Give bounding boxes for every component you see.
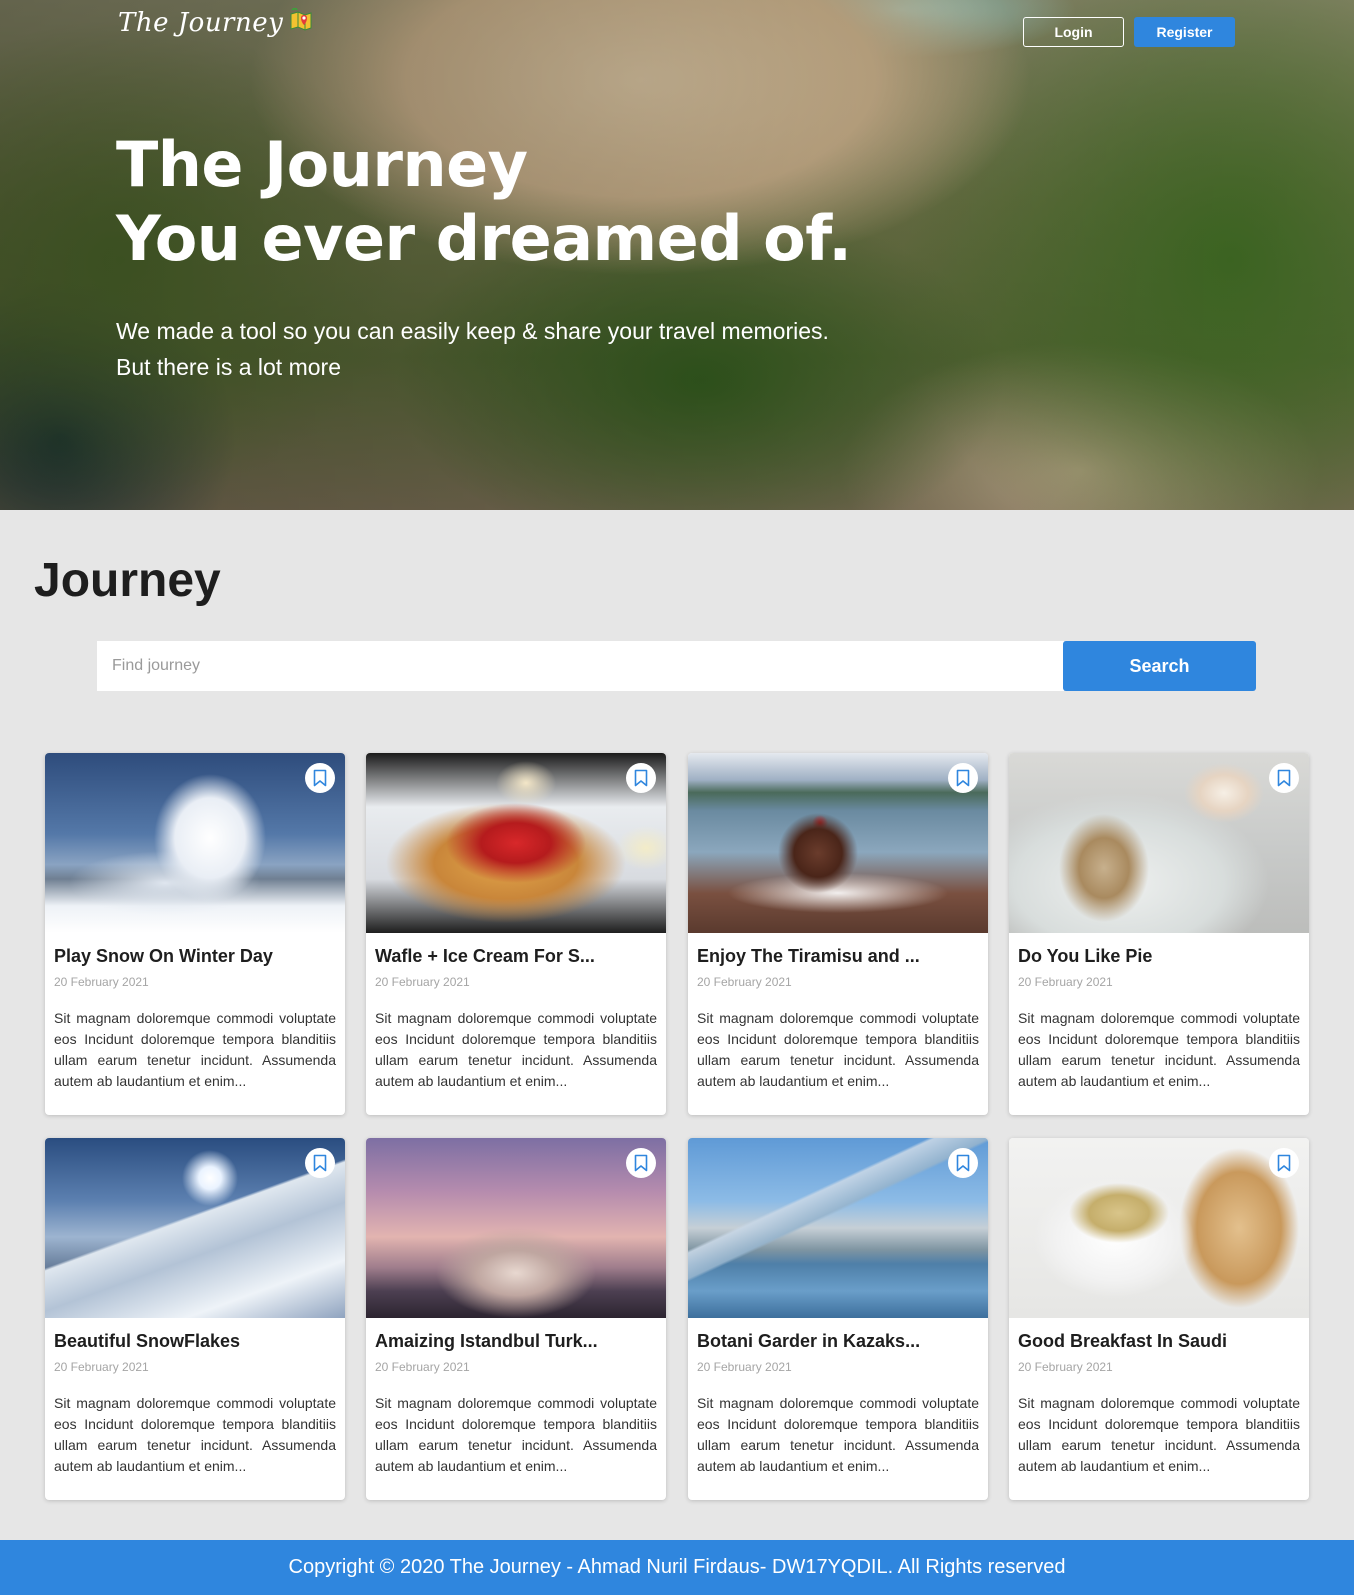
register-button[interactable]: Register <box>1134 17 1235 47</box>
card-description: Sit magnam doloremque commodi voluptate … <box>1018 1395 1300 1474</box>
journey-card[interactable]: Wafle + Ice Cream For S... 20 February 2… <box>366 753 666 1115</box>
card-date: 20 February 2021 <box>697 1360 792 1374</box>
bookmark-icon <box>1277 1154 1291 1172</box>
card-title: Play Snow On Winter Day <box>54 946 273 966</box>
section-title: Journey <box>34 554 221 607</box>
card-date: 20 February 2021 <box>375 975 470 989</box>
bookmark-button[interactable] <box>626 763 656 793</box>
search-input[interactable] <box>97 641 1064 691</box>
search-button[interactable]: Search <box>1063 641 1256 691</box>
card-title: Amaizing Istandbul Turk... <box>375 1331 598 1351</box>
footer-copyright: Copyright © 2020 The Journey - Ahmad Nur… <box>288 1556 1066 1578</box>
bookmark-icon <box>1277 769 1291 787</box>
bookmark-icon <box>313 1154 327 1172</box>
hero-title: The Journey You ever dreamed of. <box>116 128 852 276</box>
bookmark-button[interactable] <box>1269 1148 1299 1178</box>
bookmark-button[interactable] <box>305 1148 335 1178</box>
card-title: Good Breakfast In Saudi <box>1018 1331 1228 1351</box>
bookmark-button[interactable] <box>948 1148 978 1178</box>
card-title: Enjoy The Tiramisu and ... <box>697 946 920 966</box>
card-title: Botani Garder in Kazaks... <box>697 1331 921 1351</box>
card-title: Wafle + Ice Cream For S... <box>375 946 595 966</box>
journey-card[interactable]: Enjoy The Tiramisu and ... 20 February 2… <box>688 753 988 1115</box>
bookmark-icon <box>956 769 970 787</box>
card-description: Sit magnam doloremque commodi voluptate … <box>54 1395 336 1474</box>
bookmark-icon <box>956 1154 970 1172</box>
card-date: 20 February 2021 <box>54 1360 149 1374</box>
card-title: Do You Like Pie <box>1018 946 1153 966</box>
card-date: 20 February 2021 <box>375 1360 470 1374</box>
card-image <box>1009 1138 1309 1318</box>
hero-subtitle: We made a tool so you can easily keep & … <box>116 313 829 385</box>
footer: Copyright © 2020 The Journey - Ahmad Nur… <box>0 1540 1354 1595</box>
card-date: 20 February 2021 <box>1018 975 1113 989</box>
hero-subtitle-line2: But there is a lot more <box>116 354 341 380</box>
card-image <box>688 1138 988 1318</box>
journey-card[interactable]: Amaizing Istandbul Turk... 20 February 2… <box>366 1138 666 1500</box>
card-date: 20 February 2021 <box>697 975 792 989</box>
bookmark-icon <box>634 769 648 787</box>
card-image <box>1009 753 1309 933</box>
bookmark-button[interactable] <box>305 763 335 793</box>
card-description: Sit magnam doloremque commodi voluptate … <box>697 1010 979 1089</box>
journey-card[interactable]: Botani Garder in Kazaks... 20 February 2… <box>688 1138 988 1500</box>
card-image <box>45 1138 345 1318</box>
card-date: 20 February 2021 <box>54 975 149 989</box>
hero-banner: The Journey Login Register The Journey Y… <box>0 0 1354 510</box>
map-pin-icon <box>290 8 312 31</box>
login-button[interactable]: Login <box>1023 17 1124 47</box>
bookmark-icon <box>634 1154 648 1172</box>
hero-title-line2: You ever dreamed of. <box>116 202 852 275</box>
card-image <box>366 753 666 933</box>
journey-card[interactable]: Good Breakfast In Saudi 20 February 2021… <box>1009 1138 1309 1500</box>
journey-card[interactable]: Do You Like Pie 20 February 2021 Sit mag… <box>1009 753 1309 1115</box>
bookmark-button[interactable] <box>1269 763 1299 793</box>
card-description: Sit magnam doloremque commodi voluptate … <box>54 1010 336 1089</box>
bookmark-button[interactable] <box>626 1148 656 1178</box>
journey-card[interactable]: Play Snow On Winter Day 20 February 2021… <box>45 753 345 1115</box>
card-description: Sit magnam doloremque commodi voluptate … <box>697 1395 979 1474</box>
bookmark-button[interactable] <box>948 763 978 793</box>
logo[interactable]: The Journey <box>118 8 313 38</box>
card-date: 20 February 2021 <box>1018 1360 1113 1374</box>
card-description: Sit magnam doloremque commodi voluptate … <box>375 1010 657 1089</box>
bookmark-icon <box>313 769 327 787</box>
logo-text: The Journey <box>118 8 284 38</box>
card-description: Sit magnam doloremque commodi voluptate … <box>1018 1010 1300 1089</box>
card-image <box>45 753 345 933</box>
card-title: Beautiful SnowFlakes <box>54 1331 241 1351</box>
hero-subtitle-line1: We made a tool so you can easily keep & … <box>116 318 829 344</box>
hero-title-line1: The Journey <box>116 128 528 201</box>
card-image <box>366 1138 666 1318</box>
card-description: Sit magnam doloremque commodi voluptate … <box>375 1395 657 1474</box>
card-image <box>688 753 988 933</box>
journey-card[interactable]: Beautiful SnowFlakes 20 February 2021 Si… <box>45 1138 345 1500</box>
